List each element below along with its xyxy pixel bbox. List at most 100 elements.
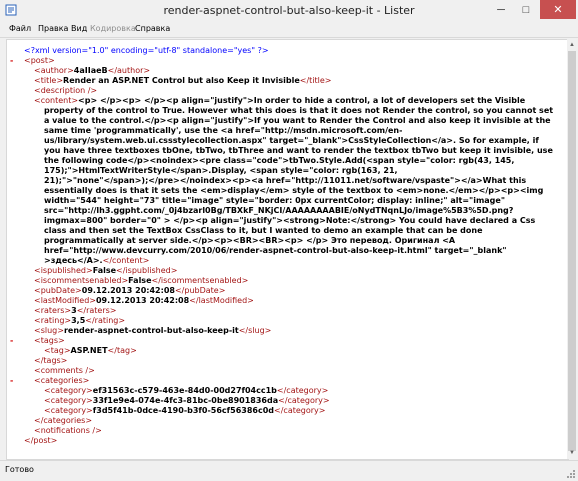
xml-value: property of the control to True. However… [44, 106, 554, 115]
xml-tag: <raters> [34, 306, 72, 315]
xml-value: essentially does is that it sets the <em… [44, 186, 544, 195]
xml-line-text: the following code</p><noindex><pre clas… [44, 156, 514, 166]
xml-line-text: <post> [24, 56, 55, 66]
xml-line-text: <comments /> [34, 366, 95, 376]
xml-line-text: <author>4aIIaeB</author> [34, 66, 150, 76]
xml-line-text: 175);">HtmlTextWriterStyle</span>.Displa… [44, 166, 398, 176]
xml-tag: </pubDate> [174, 286, 226, 295]
xml-line-text: <tag>ASP.NET</tag> [44, 346, 137, 356]
xml-line-text: <category>f3d5f41b-0dce-4190-b3f0-56cf56… [44, 406, 325, 416]
xml-tag: <author> [34, 66, 74, 75]
menu-view[interactable]: Вид [71, 24, 87, 33]
title-bar[interactable]: render-aspnet-control-but-also-keep-it -… [0, 0, 578, 21]
xml-value: the following code</p><noindex><pre clas… [44, 156, 515, 165]
menu-bar: Файл Правка Вид Кодировка Справка [0, 21, 578, 38]
xml-tag: <slug> [34, 326, 64, 335]
collapse-toggle-icon[interactable]: - [10, 376, 13, 386]
xml-tag: <rating> [34, 316, 72, 325]
xml-value: same time 'programmatically', use the <a… [44, 126, 403, 135]
menu-edit[interactable]: Правка [38, 24, 68, 33]
xml-tag: <category> [44, 386, 93, 395]
xml-line-text: same time 'programmatically', use the <a… [44, 126, 402, 136]
xml-tag: <iscommentsenabled> [34, 276, 129, 285]
xml-line-text: <categories> [34, 376, 89, 386]
menu-encoding[interactable]: Кодировка [90, 24, 136, 33]
xml-tag: </title> [299, 76, 332, 85]
collapse-toggle-icon[interactable]: - [10, 56, 13, 66]
xml-line-text: you have three textboxes tbOne, tbTwo, t… [44, 146, 553, 156]
xml-line-text: <ispublished>False</ispublished> [34, 266, 177, 276]
menu-help[interactable]: Справка [135, 24, 170, 33]
xml-tag: <lastModified> [34, 296, 96, 305]
xml-tag: <tag> [44, 346, 71, 355]
xml-line-text: imgmax=800" border="0" > </p><p align="j… [44, 216, 535, 226]
xml-value: >здесь</A>. [44, 256, 103, 265]
lister-window: render-aspnet-control-but-also-keep-it -… [0, 0, 578, 481]
xml-value: class and then set the TextBox CssClass … [44, 226, 483, 235]
xml-line-text: <notifications /> [34, 426, 102, 436]
xml-tag: </lastModified> [189, 296, 254, 305]
minimize-button[interactable]: ─ [489, 0, 513, 19]
xml-value: href="http://www.devcurry.com/2010/06/re… [44, 246, 507, 255]
xml-line-text: property of the control to True. However… [44, 106, 553, 116]
xml-value: 21);">"none"</span>);</pre></noindex><p>… [44, 176, 527, 185]
xml-value: width="544" height="73" title="image" st… [44, 196, 505, 205]
xml-line-text: <tags> [34, 336, 65, 346]
xml-viewer[interactable]: <?xml version="1.0" encoding="utf-8" sta… [6, 39, 569, 460]
xml-tag: </post> [24, 436, 58, 445]
xml-tag: <pubDate> [34, 286, 82, 295]
xml-line-text: <?xml version="1.0" encoding="utf-8" sta… [24, 46, 269, 56]
resize-grip-icon[interactable] [566, 469, 576, 479]
xml-tag: </rating> [85, 316, 126, 325]
vertical-scrollbar[interactable]: ▲ ▼ [567, 39, 577, 459]
maximize-button[interactable]: □ [514, 0, 538, 19]
xml-tag: <title> [34, 76, 64, 85]
xml-value: ef31563c-c579-463e-84d0-00d27f04cc1b [92, 386, 277, 395]
xml-line-text: <rating>3,5</rating> [34, 316, 125, 326]
status-text: Готово [5, 465, 34, 474]
xml-tag: </category> [278, 396, 330, 405]
xml-tag: <categories> [34, 376, 90, 385]
xml-declaration: <?xml version="1.0" encoding="utf-8" sta… [24, 46, 269, 55]
menu-file[interactable]: Файл [9, 24, 31, 33]
scroll-down-arrow-icon[interactable]: ▼ [568, 449, 576, 457]
xml-line-text: <slug>render-aspnet-control-but-also-kee… [34, 326, 271, 336]
xml-line-text: us/library/system.web.ui.cssstylecollect… [44, 136, 539, 146]
xml-line-text: <raters>3</raters> [34, 306, 117, 316]
xml-value: 09.12.2013 20:42:08 [95, 296, 190, 305]
xml-line-text: class and then set the TextBox CssClass … [44, 226, 483, 236]
xml-line-text: <content><p> </p><p> </p><p align="justi… [34, 96, 525, 106]
scroll-up-arrow-icon[interactable]: ▲ [568, 41, 576, 49]
xml-line-text: href="http://www.devcurry.com/2010/06/re… [44, 246, 507, 256]
xml-value: 3,5 [71, 316, 86, 325]
xml-value: False [92, 266, 117, 275]
xml-value: a value to the control.</p><p align="jus… [44, 116, 551, 125]
xml-line-text: src="http://lh3.ggpht.com/_0j4bzarl0Bg/T… [44, 206, 513, 216]
xml-tag: </ispublished> [116, 266, 178, 275]
xml-tag: </tags> [34, 356, 68, 365]
xml-tag: </tag> [107, 346, 137, 355]
xml-line-text: width="544" height="73" title="image" st… [44, 196, 505, 206]
xml-value: programmatically at server side.</p><p><… [44, 236, 456, 245]
xml-tag: </category> [276, 386, 329, 395]
xml-value: ASP.NET [70, 346, 108, 355]
xml-tag: </category> [274, 406, 326, 415]
xml-tag: </content> [102, 256, 150, 265]
xml-line-text: >здесь</A>.</content> [44, 256, 149, 266]
xml-line-text: <category>ef31563c-c579-463e-84d0-00d27f… [44, 386, 328, 396]
xml-line-text: <lastModified>09.12.2013 20:42:08</lastM… [34, 296, 254, 306]
xml-value: imgmax=800" border="0" > </p><p align="j… [44, 216, 536, 225]
xml-value: False [128, 276, 152, 285]
xml-line-text: <category>33f1e9e4-074e-4fc3-81bc-0be890… [44, 396, 330, 406]
xml-value: render-aspnet-control-but-also-keep-it [63, 326, 239, 335]
xml-tag: </raters> [76, 306, 117, 315]
scroll-thumb[interactable] [568, 51, 576, 451]
xml-line-text: <description /> [34, 86, 97, 96]
xml-tag: <description /> [34, 86, 98, 95]
xml-line-text: <iscommentsenabled>False</iscommentsenab… [34, 276, 248, 286]
xml-value: Render an ASP.NET Control but also Keep … [63, 76, 300, 85]
xml-value: us/library/system.web.ui.cssstylecollect… [44, 136, 539, 145]
close-button[interactable]: ✕ [540, 0, 576, 19]
collapse-toggle-icon[interactable]: - [10, 336, 13, 346]
xml-line-text: 21);">"none"</span>);</pre></noindex><p>… [44, 176, 526, 186]
